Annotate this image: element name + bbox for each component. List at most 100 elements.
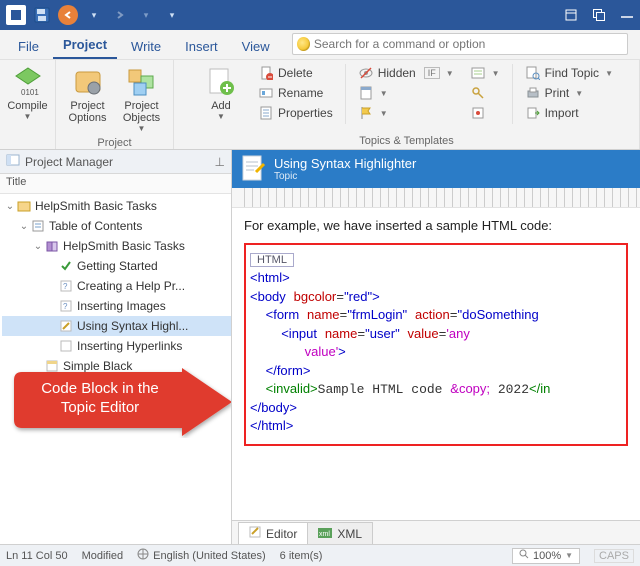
tree-label: Getting Started xyxy=(77,259,158,273)
status-flag-button[interactable]: ▼ xyxy=(354,104,458,122)
compile-icon: 0101 xyxy=(12,66,44,98)
print-button[interactable]: Print▼ xyxy=(521,84,617,102)
import-label: Import xyxy=(545,106,579,120)
hidden-button[interactable]: Hidden IF▼ xyxy=(354,64,458,82)
project-objects-label: Project Objects xyxy=(123,100,160,124)
qat-chevron-down-icon-2[interactable]: ▾ xyxy=(136,5,156,25)
tree-label: Inserting Images xyxy=(77,299,166,313)
import-button[interactable]: Import xyxy=(521,104,617,122)
editor-body[interactable]: For example, we have inserted a sample H… xyxy=(232,208,640,520)
svg-text:?: ? xyxy=(63,302,68,311)
code-badge: HTML xyxy=(250,253,294,267)
qat-customize-icon[interactable]: ▾ xyxy=(162,5,182,25)
context-icon xyxy=(470,65,486,81)
pin-icon[interactable]: ⊥ xyxy=(215,155,225,169)
tab-view[interactable]: View xyxy=(232,35,280,59)
add-label: Add xyxy=(211,100,231,112)
project-tree[interactable]: ⌄HelpSmith Basic Tasks ⌄Table of Content… xyxy=(0,194,231,544)
undo-icon[interactable] xyxy=(58,5,78,25)
topic-icon: ? xyxy=(58,278,74,294)
tree-topic-1[interactable]: Getting Started xyxy=(2,256,231,276)
minimize-icon[interactable] xyxy=(620,11,634,19)
tab-project[interactable]: Project xyxy=(53,33,117,59)
tab-xml[interactable]: xml XML xyxy=(307,522,373,544)
zoom-value: 100% xyxy=(533,550,561,562)
tab-file[interactable]: File xyxy=(8,35,49,59)
lightbulb-icon xyxy=(297,37,310,51)
redo-icon[interactable] xyxy=(110,5,130,25)
rename-icon xyxy=(258,85,274,101)
svg-text:0101: 0101 xyxy=(21,88,39,97)
command-search-input[interactable] xyxy=(314,37,623,51)
find-topic-label: Find Topic xyxy=(545,66,599,80)
tab-xml-label: XML xyxy=(337,527,362,541)
import-icon xyxy=(525,105,541,121)
tree-topic-2[interactable]: ?Creating a Help Pr... xyxy=(2,276,231,296)
properties-button[interactable]: Properties xyxy=(254,104,337,122)
find-topic-button[interactable]: Find Topic▼ xyxy=(521,64,617,82)
menu-row: File Project Write Insert View xyxy=(0,30,640,60)
tab-insert[interactable]: Insert xyxy=(175,35,228,59)
delete-label: Delete xyxy=(278,66,313,80)
document-title: Using Syntax Highlighter xyxy=(274,156,416,171)
delete-button[interactable]: Delete xyxy=(254,64,337,82)
command-search[interactable] xyxy=(292,33,628,55)
chevron-down-icon: ▼ xyxy=(380,89,388,98)
project-icon xyxy=(16,198,32,214)
book-icon xyxy=(44,238,60,254)
tree-topic-5[interactable]: Inserting Hyperlinks xyxy=(2,336,231,356)
project-objects-button[interactable]: Project Objects ▼ xyxy=(117,64,167,135)
zoom-icon xyxy=(519,549,529,562)
tree-label: HelpSmith Basic Tasks xyxy=(35,199,157,213)
tree-label: HelpSmith Basic Tasks xyxy=(63,239,185,253)
project-options-label: Project Options xyxy=(69,100,107,124)
tree-topic-3[interactable]: ? Inserting Images xyxy=(2,296,231,316)
main-area: Project Manager ⊥ Title ⌄HelpSmith Basic… xyxy=(0,150,640,544)
intro-text: For example, we have inserted a sample H… xyxy=(244,218,628,233)
qat-chevron-down-icon[interactable]: ▾ xyxy=(84,5,104,25)
keywords-button[interactable] xyxy=(466,84,504,102)
callout-text-2: Topic Editor xyxy=(20,399,180,418)
compile-label: Compile xyxy=(7,100,47,112)
tree-topic-selected[interactable]: Using Syntax Highl... xyxy=(2,316,231,336)
rename-button[interactable]: Rename xyxy=(254,84,337,102)
editor-tabs: Editor xml XML xyxy=(232,520,640,544)
status-caps: CAPS xyxy=(594,549,634,563)
tree-root[interactable]: ⌄HelpSmith Basic Tasks xyxy=(2,196,231,216)
status-position: Ln 11 Col 50 xyxy=(6,550,68,562)
add-button[interactable]: Add ▼ xyxy=(196,64,246,123)
ribbon: 0101 Compile ▼ Project Options Project O… xyxy=(0,60,640,150)
zoom-control[interactable]: 100%▼ xyxy=(512,548,580,564)
document-icon xyxy=(240,154,266,185)
ribbon-options-icon[interactable] xyxy=(564,8,578,22)
column-header-title[interactable]: Title xyxy=(0,174,231,194)
status-language-label: English (United States) xyxy=(153,550,266,562)
if-badge[interactable]: IF xyxy=(424,67,440,79)
status-bar: Ln 11 Col 50 Modified English (United St… xyxy=(0,544,640,566)
tab-write[interactable]: Write xyxy=(121,35,171,59)
properties-label: Properties xyxy=(278,106,333,120)
tree-folder[interactable]: ⌄HelpSmith Basic Tasks xyxy=(2,236,231,256)
maximize-icon[interactable] xyxy=(592,8,606,22)
chevron-down-icon: ▼ xyxy=(138,124,146,133)
template-button[interactable]: ▼ xyxy=(354,84,458,102)
svg-text:xml: xml xyxy=(319,531,330,538)
ruler[interactable] xyxy=(232,188,640,208)
anchors-button[interactable] xyxy=(466,104,504,122)
tree-toc[interactable]: ⌄Table of Contents xyxy=(2,216,231,236)
status-language[interactable]: English (United States) xyxy=(137,548,266,563)
compile-button[interactable]: 0101 Compile ▼ xyxy=(3,64,53,123)
chevron-down-icon: ▼ xyxy=(217,112,225,121)
tab-editor[interactable]: Editor xyxy=(238,522,308,544)
context-button[interactable]: ▼ xyxy=(466,64,504,82)
code-block[interactable]: HTML <html> <body bgcolor="red"> <form n… xyxy=(244,243,628,446)
delete-icon xyxy=(258,65,274,81)
flag-icon xyxy=(358,105,374,121)
save-icon[interactable] xyxy=(32,5,52,25)
ribbon-group-project-label: Project xyxy=(97,135,131,149)
project-options-button[interactable]: Project Options xyxy=(63,64,113,126)
panel-icon xyxy=(6,153,20,170)
chevron-down-icon: ▼ xyxy=(492,69,500,78)
ribbon-group-topics-label: Topics & Templates xyxy=(359,133,454,147)
tree-label: Creating a Help Pr... xyxy=(77,279,185,293)
